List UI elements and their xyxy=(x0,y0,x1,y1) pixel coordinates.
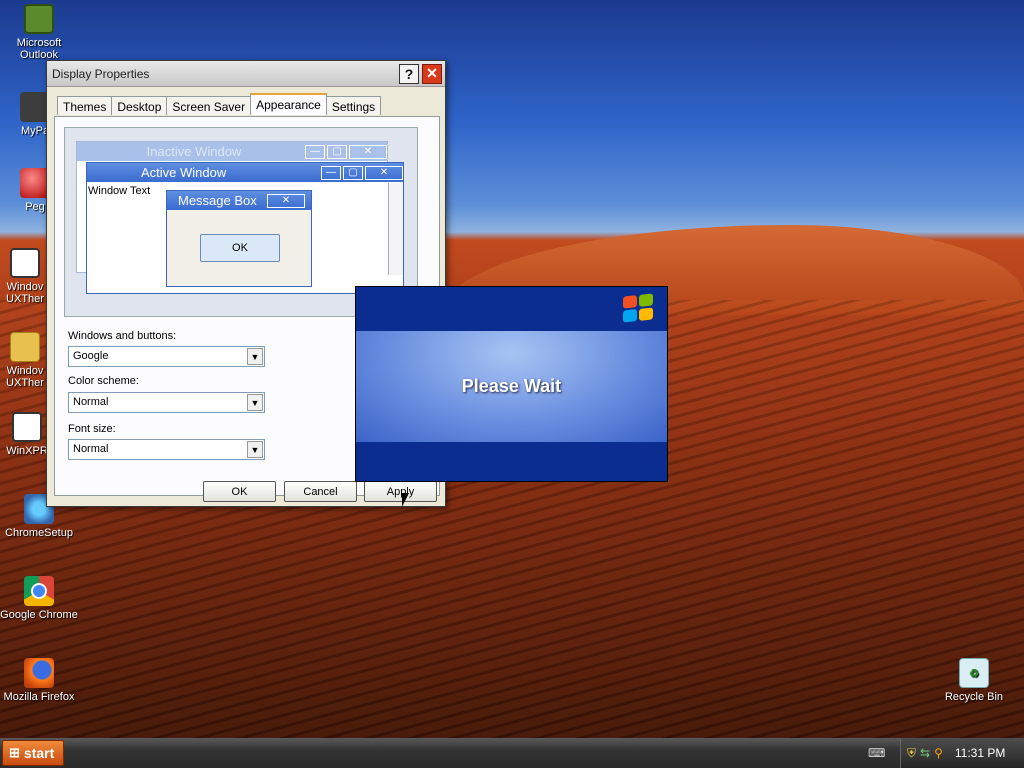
windows-buttons-value: Google xyxy=(73,350,109,362)
font-size-select[interactable]: Normal ▼ xyxy=(68,439,265,460)
close-button[interactable]: ✕ xyxy=(422,63,442,84)
recycle-bin-icon: ♻ xyxy=(959,658,989,688)
desktop-icon-chrome[interactable]: Google Chrome xyxy=(0,576,78,621)
minimize-icon: — xyxy=(321,165,341,180)
windows-buttons-select[interactable]: Google ▼ xyxy=(68,346,265,367)
close-icon: ✕ xyxy=(267,193,305,208)
network-icon[interactable]: ⇆ xyxy=(920,746,930,760)
apply-button[interactable]: Apply xyxy=(364,481,437,502)
security-shield-icon[interactable]: ⛨ xyxy=(907,746,916,761)
windows-logo-icon xyxy=(623,293,653,323)
keyboard-icon[interactable]: ⌨ xyxy=(868,746,885,760)
message-box-title: Message Box xyxy=(178,193,257,208)
active-window-title: Active Window xyxy=(141,165,227,180)
minimize-icon: — xyxy=(305,144,325,159)
color-scheme-label: Color scheme: xyxy=(68,375,139,387)
desktop-icon-label: Recycle Bin xyxy=(944,691,1004,703)
cancel-button[interactable]: Cancel xyxy=(284,481,357,502)
please-wait-band: Please Wait xyxy=(356,331,667,442)
windows-buttons-label: Windows and buttons: xyxy=(68,330,177,342)
desktop-icon-label: Google Chrome xyxy=(0,609,78,621)
maximize-icon: ▢ xyxy=(327,144,347,159)
desktop-icon-label: Microsoft Outlook xyxy=(16,37,62,61)
font-size-label: Font size: xyxy=(68,423,116,435)
tab-settings[interactable]: Settings xyxy=(325,96,382,115)
desktop-icon-recycle-bin[interactable]: ♻ Recycle Bin xyxy=(935,658,1013,703)
program-icon xyxy=(12,412,42,442)
window-text: Window Text xyxy=(88,185,151,197)
message-box-titlebar: Message Box ✕ xyxy=(167,191,311,210)
mouse-cursor-icon xyxy=(402,493,409,507)
help-button[interactable]: ? xyxy=(399,63,419,84)
preview-scrollbar xyxy=(388,183,403,275)
desktop-icon-outlook[interactable]: Microsoft Outlook xyxy=(0,4,78,61)
inactive-window-title: Inactive Window xyxy=(146,144,242,159)
active-window-titlebar: Active Window — ▢ ✕ xyxy=(87,163,403,182)
please-wait-dialog: Please Wait xyxy=(355,286,668,482)
chevron-down-icon[interactable]: ▼ xyxy=(247,394,263,411)
inactive-window-titlebar: Inactive Window — ▢ ✕ xyxy=(77,142,387,161)
desktop-icon-label: ChromeSetup xyxy=(5,527,73,539)
program-icon xyxy=(10,248,40,278)
chrome-icon xyxy=(24,576,54,606)
outlook-icon xyxy=(24,4,54,34)
dialog-titlebar[interactable]: Display Properties ? ✕ xyxy=(47,61,445,87)
tab-screen-saver[interactable]: Screen Saver xyxy=(166,96,252,115)
preview-message-box: Message Box ✕ OK xyxy=(166,190,312,287)
clock[interactable]: 11:31 PM xyxy=(955,746,1005,760)
tab-strip: Themes Desktop Screen Saver Appearance S… xyxy=(57,93,382,115)
font-size-value: Normal xyxy=(73,443,109,455)
start-button[interactable]: ⊞ start xyxy=(2,740,64,766)
windows-flag-icon: ⊞ xyxy=(9,745,20,760)
system-tray: ⛨ ⇆ ⚲ 11:31 PM xyxy=(900,738,1024,768)
firefox-icon xyxy=(24,658,54,688)
dialog-title: Display Properties xyxy=(52,66,150,81)
desktop-icon-label: Mozilla Firefox xyxy=(3,691,75,703)
taskbar: ⊞ start ⌨ ⛨ ⇆ ⚲ 11:31 PM xyxy=(0,738,1024,768)
chevron-down-icon[interactable]: ▼ xyxy=(247,441,263,458)
desktop-icon-firefox[interactable]: Mozilla Firefox xyxy=(0,658,78,703)
color-scheme-select[interactable]: Normal ▼ xyxy=(68,392,265,413)
start-label: start xyxy=(23,745,55,761)
ok-button[interactable]: OK xyxy=(203,481,276,502)
tab-desktop[interactable]: Desktop xyxy=(111,96,168,115)
chevron-down-icon[interactable]: ▼ xyxy=(247,348,263,365)
color-scheme-value: Normal xyxy=(73,396,109,408)
please-wait-message: Please Wait xyxy=(461,376,562,396)
message-box-ok-button: OK xyxy=(200,234,280,262)
close-icon: ✕ xyxy=(365,165,403,180)
folder-icon xyxy=(10,332,40,362)
maximize-icon: ▢ xyxy=(343,165,363,180)
tab-themes[interactable]: Themes xyxy=(57,96,113,115)
close-icon: ✕ xyxy=(349,144,387,159)
search-icon[interactable]: ⚲ xyxy=(934,746,943,760)
tab-appearance[interactable]: Appearance xyxy=(250,93,327,115)
